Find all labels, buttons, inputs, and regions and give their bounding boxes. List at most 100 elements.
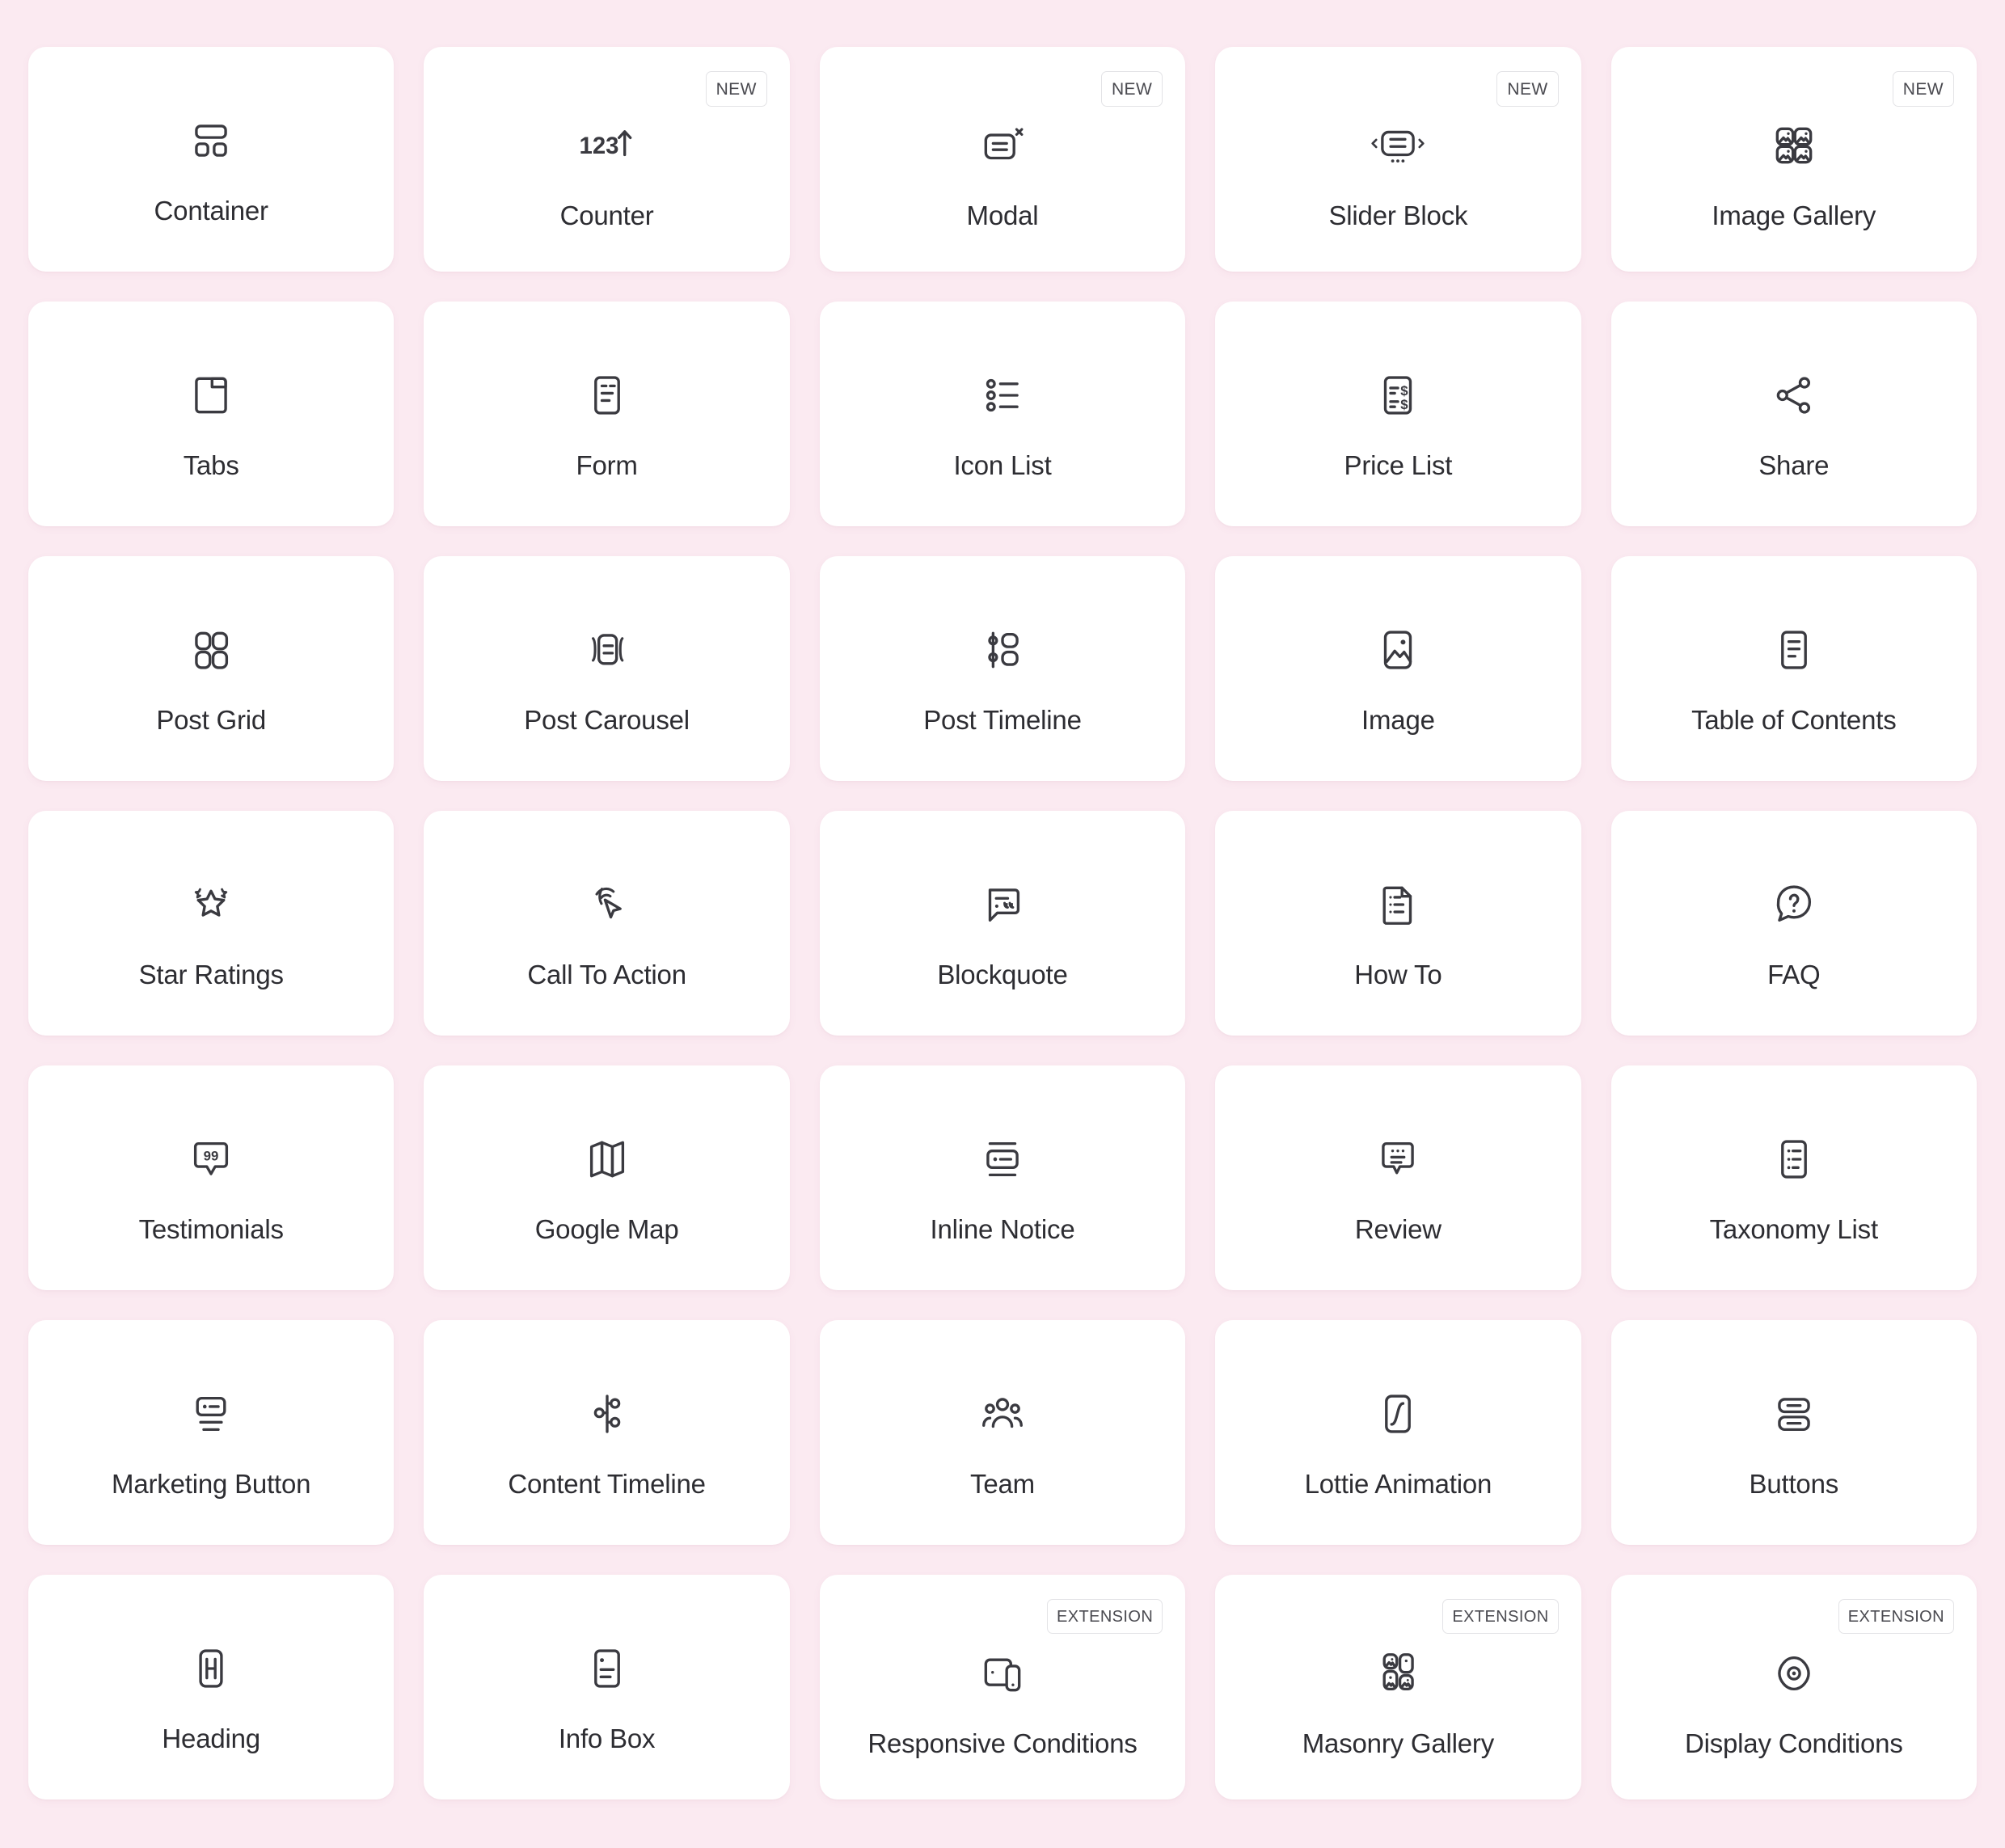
svg-text:123: 123 — [579, 133, 618, 159]
widget-card-table-of-contents[interactable]: Table of Contents — [1610, 556, 1977, 781]
share-icon — [1769, 352, 1819, 439]
modal-icon — [977, 102, 1028, 189]
widget-card-how-to[interactable]: How To — [1215, 811, 1581, 1036]
widget-card-image[interactable]: Image — [1215, 556, 1581, 781]
new-badge: NEW — [1100, 71, 1163, 107]
widget-card-image-gallery[interactable]: NEW Image Gallery — [1610, 47, 1977, 272]
widget-label: Price List — [1344, 450, 1453, 481]
widget-card-google-map[interactable]: Google Map — [424, 1065, 790, 1290]
widget-card-heading[interactable]: Heading — [28, 1575, 395, 1799]
widget-label: Star Ratings — [138, 960, 284, 990]
widget-label: Info Box — [558, 1724, 656, 1754]
widget-card-testimonials[interactable]: 99 Testimonials — [28, 1065, 395, 1290]
widget-card-lottie-animation[interactable]: Lottie Animation — [1215, 1320, 1581, 1545]
image-gallery-icon — [1769, 102, 1819, 189]
widget-card-content-timeline[interactable]: Content Timeline — [424, 1320, 790, 1545]
widget-card-star-ratings[interactable]: Star Ratings — [28, 811, 395, 1036]
widget-card-inline-notice[interactable]: Inline Notice — [819, 1065, 1186, 1290]
widget-label: Heading — [162, 1724, 260, 1754]
extension-badge: EXTENSION — [1838, 1599, 1954, 1634]
widget-card-marketing-button[interactable]: Marketing Button — [28, 1320, 395, 1545]
widget-card-blockquote[interactable]: Blockquote — [819, 811, 1186, 1036]
widget-label: Call To Action — [527, 960, 686, 990]
widget-card-share[interactable]: Share — [1610, 302, 1977, 526]
widget-label: Content Timeline — [508, 1469, 706, 1500]
buttons-icon — [1769, 1370, 1819, 1458]
widget-label: Icon List — [953, 450, 1052, 481]
widget-card-responsive-conditions[interactable]: EXTENSION Responsive Conditions — [819, 1575, 1186, 1799]
taxonomy-list-icon — [1769, 1116, 1819, 1203]
review-icon — [1373, 1116, 1423, 1203]
widget-card-tabs[interactable]: Tabs — [28, 302, 395, 526]
extension-badge: EXTENSION — [1047, 1599, 1163, 1634]
widget-label: Tabs — [183, 450, 239, 481]
widget-label: Post Grid — [156, 705, 267, 736]
post-carousel-icon — [582, 606, 632, 694]
widget-card-post-grid[interactable]: Post Grid — [28, 556, 395, 781]
team-icon — [977, 1370, 1028, 1458]
widget-label: Display Conditions — [1684, 1728, 1903, 1759]
how-to-icon — [1373, 861, 1423, 948]
widget-label: Image Gallery — [1712, 200, 1876, 231]
widget-card-form[interactable]: Form — [424, 302, 790, 526]
widget-label: Buttons — [1749, 1469, 1839, 1500]
new-badge: NEW — [1496, 71, 1559, 107]
blockquote-icon — [977, 861, 1028, 948]
widget-card-post-timeline[interactable]: Post Timeline — [819, 556, 1186, 781]
widget-card-review[interactable]: Review — [1215, 1065, 1581, 1290]
widget-label: Image — [1361, 705, 1435, 736]
testimonials-icon: 99 — [186, 1116, 236, 1203]
widget-label: Inline Notice — [930, 1214, 1075, 1245]
widget-label: Post Carousel — [524, 705, 690, 736]
widget-card-counter[interactable]: NEW 123 Counter — [424, 47, 790, 272]
new-badge: NEW — [705, 71, 767, 107]
container-icon — [186, 97, 236, 184]
widget-label: Taxonomy List — [1709, 1214, 1879, 1245]
widget-card-display-conditions[interactable]: EXTENSION Display Conditions — [1610, 1575, 1977, 1799]
post-timeline-icon — [977, 606, 1028, 694]
widget-label: Testimonials — [138, 1214, 284, 1245]
widget-label: FAQ — [1767, 960, 1821, 990]
display-conditions-icon — [1769, 1630, 1819, 1717]
widget-card-modal[interactable]: NEW Modal — [819, 47, 1186, 272]
widget-label: Google Map — [534, 1214, 679, 1245]
svg-text:99: 99 — [204, 1148, 219, 1163]
widget-label: Container — [154, 196, 268, 226]
content-timeline-icon — [582, 1370, 632, 1458]
widget-label: Slider Block — [1328, 200, 1468, 231]
widget-card-masonry-gallery[interactable]: EXTENSION Masonry Gallery — [1215, 1575, 1581, 1799]
widget-label: Team — [970, 1469, 1035, 1500]
slider-block-icon — [1368, 102, 1428, 189]
widget-card-call-to-action[interactable]: Call To Action — [424, 811, 790, 1036]
widget-card-faq[interactable]: FAQ — [1610, 811, 1977, 1036]
widget-label: Review — [1354, 1214, 1441, 1245]
star-ratings-icon — [186, 861, 236, 948]
price-list-icon: $ $ — [1373, 352, 1423, 439]
widget-label: How To — [1354, 960, 1442, 990]
table-of-contents-icon — [1769, 606, 1819, 694]
widget-label: Modal — [966, 200, 1039, 231]
widget-card-icon-list[interactable]: Icon List — [819, 302, 1186, 526]
widget-card-info-box[interactable]: Info Box — [424, 1575, 790, 1799]
widget-grid: Container NEW 123 Counter NEW Modal NEW Slider … — [0, 0, 2005, 1848]
widget-card-price-list[interactable]: $ $ Price List — [1215, 302, 1581, 526]
widget-card-buttons[interactable]: Buttons — [1610, 1320, 1977, 1545]
widget-label: Table of Contents — [1691, 705, 1897, 736]
widget-label: Form — [576, 450, 638, 481]
widget-card-post-carousel[interactable]: Post Carousel — [424, 556, 790, 781]
inline-notice-icon — [977, 1116, 1028, 1203]
post-grid-icon — [186, 606, 236, 694]
widget-card-team[interactable]: Team — [819, 1320, 1186, 1545]
widget-label: Lottie Animation — [1304, 1469, 1492, 1500]
new-badge: NEW — [1892, 71, 1954, 107]
widget-card-container[interactable]: Container — [28, 47, 395, 272]
widget-label: Post Timeline — [923, 705, 1082, 736]
info-box-icon — [582, 1625, 632, 1712]
widget-card-slider-block[interactable]: NEW Slider Block — [1215, 47, 1581, 272]
google-map-icon — [582, 1116, 632, 1203]
svg-text:$: $ — [1401, 397, 1409, 412]
icon-list-icon — [977, 352, 1028, 439]
counter-icon: 123 — [577, 102, 637, 189]
widget-card-taxonomy-list[interactable]: Taxonomy List — [1610, 1065, 1977, 1290]
widget-label: Blockquote — [937, 960, 1068, 990]
